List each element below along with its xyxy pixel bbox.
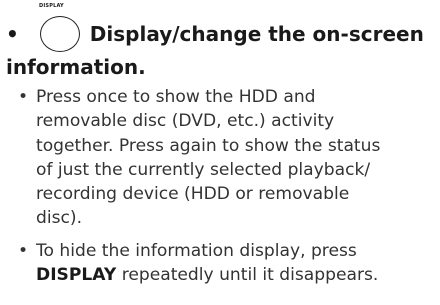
display-button-caption: DISPLAY [39,3,64,9]
list-item-line: DISPLAY repeatedly until it disappears. [36,263,438,287]
bullet-marker: • [18,87,29,107]
display-keyword: DISPLAY [36,265,117,286]
list-item-line: removable disc (DVD, etc.) activity [36,111,335,132]
list-item-line: recording device (HDD or removable [36,184,350,205]
heading-text-line-1: Display/change the on-screen [89,22,424,46]
list-item-line: disc). [36,208,83,229]
heading-text-line-2: information. [6,55,146,79]
display-button-icon [39,16,80,52]
list-item-line: together. Press again to show the status [36,135,381,156]
bullet-marker: • [18,240,29,261]
instruction-list: • Press once to show the HDD and removab… [18,85,438,287]
list-item: • Press once to show the HDD and removab… [18,85,438,231]
list-item-line: To hide the information display, press [36,240,357,261]
list-item-line: of just the currently selected playback/ [36,159,371,180]
list-item-line-rest: repeatedly until it disappears. [116,265,379,286]
heading-bullet: • [6,22,19,46]
list-item-line: Press once to show the HDD and [36,87,316,107]
heading: • Display/change the on-screen [6,14,424,54]
list-item: • To hide the information display, press… [18,239,438,288]
